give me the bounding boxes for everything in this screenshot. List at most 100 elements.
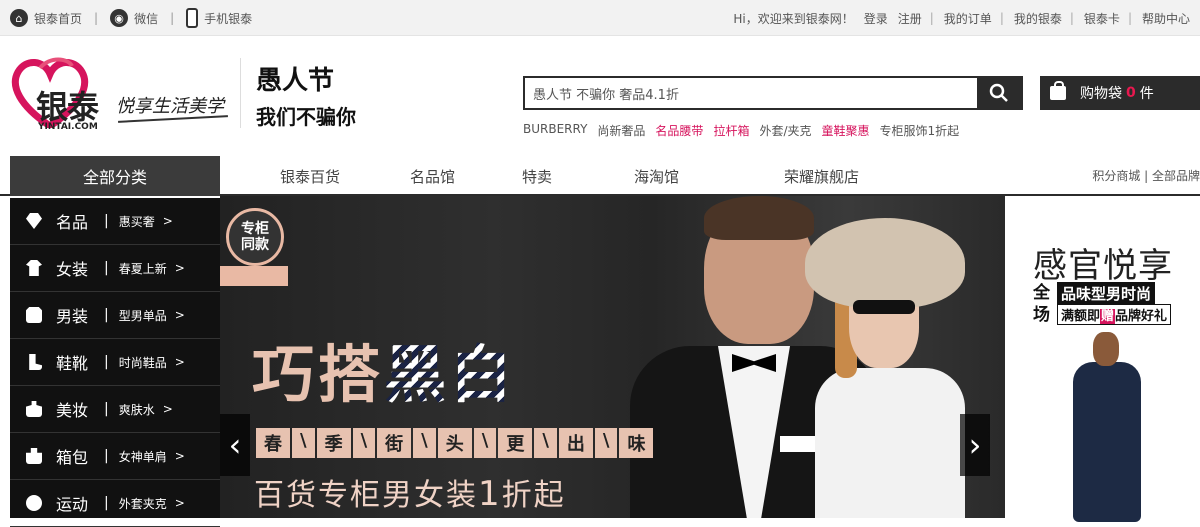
- shopping-bag-button[interactable]: 购物袋 0 件: [1040, 76, 1200, 110]
- hot-word[interactable]: 拉杆箱: [713, 122, 749, 139]
- orders-link[interactable]: 我的订单: [944, 10, 992, 27]
- banner-headline: 巧搭黑白: [252, 324, 516, 414]
- nav-item-overseas[interactable]: 海淘馆: [634, 166, 784, 187]
- main-nav: 全部分类 银泰百货 名品馆 特卖 海淘馆 荣耀旗舰店 积分商城 | 全部品牌: [0, 156, 1200, 196]
- boot-icon: [29, 354, 42, 370]
- hot-word[interactable]: 专柜服饰1折起: [880, 122, 960, 139]
- banner-subheadline: 百货专柜男女装1折起: [254, 474, 566, 514]
- shopping-bag-icon: [1050, 81, 1066, 100]
- hot-word[interactable]: 外套/夹克: [759, 122, 811, 139]
- card-link[interactable]: 银泰卡: [1084, 10, 1120, 27]
- side-ad-title: 感官悦享: [1033, 246, 1173, 286]
- hot-word[interactable]: 尚新奢品: [597, 122, 645, 139]
- category-sub[interactable]: 惠买奢: [119, 213, 155, 230]
- side-ad-model-image: [1067, 332, 1147, 522]
- category-sub[interactable]: 型男单品: [119, 307, 167, 324]
- site-logo[interactable]: 银泰 YINTAI.COM 悦享生活美学: [8, 54, 233, 138]
- banner-headline-a: 巧搭: [252, 338, 385, 411]
- phone-icon: [186, 8, 199, 28]
- logo-url-text: YINTAI.COM: [38, 122, 98, 132]
- category-item[interactable]: 箱包 | 女神单肩 >: [10, 433, 220, 480]
- nav-items: 银泰百货 名品馆 特卖 海淘馆 荣耀旗舰店: [280, 156, 859, 196]
- category-item[interactable]: 美妆 | 爽肤水 >: [10, 386, 220, 433]
- top-bar: ⌂ 银泰首页 | ◉ 微信 | 手机银泰 Hi，欢迎来到银泰网！ 登录 注册 |…: [0, 0, 1200, 36]
- search-box: [523, 76, 1023, 110]
- promo-title: 愚人节: [256, 66, 335, 96]
- banner-tag-badge: 专柜 同款: [226, 208, 284, 266]
- register-link[interactable]: 注册: [898, 10, 922, 27]
- chevron-right-icon: >: [174, 261, 185, 275]
- category-item[interactable]: 男装 | 型男单品 >: [10, 292, 220, 339]
- chevron-right-icon: >: [162, 402, 173, 416]
- nav-item-brands[interactable]: 名品馆: [410, 166, 522, 187]
- my-yintai-link[interactable]: 我的银泰: [1014, 10, 1062, 27]
- top-bar-right: Hi，欢迎来到银泰网！ 登录 注册 | 我的订单 | 我的银泰 | 银泰卡 | …: [733, 10, 1190, 27]
- category-name: 鞋靴: [56, 354, 89, 373]
- chevron-right-icon: >: [174, 449, 185, 463]
- category-sub[interactable]: 春夏上新: [119, 260, 167, 277]
- hero-banner[interactable]: 专柜 同款 巧搭黑白 春 \ 季 \ 街 \ 头 \ 更 \ 出 \ 味 百货专…: [220, 196, 1005, 518]
- category-sub[interactable]: 外套夹克: [119, 495, 167, 512]
- banner-prev-button[interactable]: ‹: [220, 414, 250, 476]
- chevron-right-icon: >: [162, 214, 173, 228]
- diamond-icon: [26, 213, 42, 229]
- category-item[interactable]: 女装 | 春夏上新 >: [10, 245, 220, 292]
- perfume-icon: [26, 401, 42, 417]
- category-name: 美妆: [56, 401, 89, 420]
- chevron-right-icon: >: [174, 496, 185, 510]
- category-name: 女装: [56, 260, 89, 279]
- hot-word[interactable]: 童鞋聚惠: [822, 122, 870, 139]
- header-promo[interactable]: 愚人节 我们不骗你: [256, 56, 370, 130]
- category-item[interactable]: 名品 | 惠买奢 >: [10, 198, 220, 245]
- top-bar-left: ⌂ 银泰首页 | ◉ 微信 | 手机银泰: [10, 0, 252, 36]
- chevron-right-icon: >: [174, 355, 185, 369]
- mobile-link[interactable]: 手机银泰: [186, 8, 252, 28]
- hot-word[interactable]: BURBERRY: [523, 122, 587, 139]
- nav-item-honor-store[interactable]: 荣耀旗舰店: [784, 166, 859, 187]
- search-button[interactable]: [977, 78, 1021, 108]
- home-icon: ⌂: [10, 9, 28, 27]
- banner-tag-stripe: [220, 266, 288, 286]
- ball-icon: [26, 495, 42, 511]
- wechat-link-label: 微信: [134, 11, 159, 26]
- dress-icon: [26, 260, 42, 276]
- category-item[interactable]: 运动 | 外套夹克 >: [10, 480, 220, 527]
- banner-chips: 春 \ 季 \ 街 \ 头 \ 更 \ 出 \ 味: [256, 428, 655, 458]
- nav-item-sale[interactable]: 特卖: [522, 166, 634, 187]
- side-ad-quan: 全场: [1033, 283, 1050, 325]
- banner-next-button[interactable]: ›: [960, 414, 990, 476]
- hot-word[interactable]: 名品腰带: [655, 122, 703, 139]
- cart-label: 购物袋: [1080, 86, 1122, 102]
- category-name: 运动: [56, 495, 89, 514]
- home-link[interactable]: ⌂ 银泰首页: [10, 9, 82, 27]
- hot-search-words: BURBERRY 尚新奢品 名品腰带 拉杆箱 外套/夹克 童鞋聚惠 专柜服饰1折…: [523, 122, 969, 139]
- login-link[interactable]: 登录: [864, 10, 888, 27]
- category-name: 箱包: [56, 448, 89, 467]
- help-link[interactable]: 帮助中心: [1142, 10, 1190, 27]
- home-link-label: 银泰首页: [34, 11, 83, 26]
- search-input[interactable]: [525, 78, 977, 108]
- category-sub[interactable]: 爽肤水: [119, 401, 155, 418]
- category-sub[interactable]: 时尚鞋品: [119, 354, 167, 371]
- header-divider: [240, 58, 241, 128]
- search-icon: [989, 83, 1008, 102]
- category-sidebar: 名品 | 惠买奢 > 女装 | 春夏上新 > 男装 | 型男单品 > 鞋靴 | …: [10, 198, 220, 527]
- nav-right-links[interactable]: 积分商城 | 全部品牌: [1092, 156, 1200, 194]
- promo-dot: [348, 56, 370, 78]
- handbag-icon: [26, 448, 42, 464]
- chevron-left-icon: ‹: [228, 426, 242, 464]
- category-name: 男装: [56, 307, 89, 326]
- all-categories-button[interactable]: 全部分类: [10, 156, 220, 196]
- nav-item-department-store[interactable]: 银泰百货: [280, 166, 410, 187]
- chevron-right-icon: >: [174, 308, 185, 322]
- logo-slogan: 悦享生活美学: [116, 96, 224, 117]
- wechat-link[interactable]: ◉ 微信: [110, 9, 158, 27]
- category-name: 名品: [56, 213, 89, 232]
- side-ad-box1: 品味型男时尚: [1057, 282, 1156, 305]
- cart-count: 0: [1126, 85, 1136, 101]
- side-ad[interactable]: 感官悦享 全场 品味型男时尚 满额即赠品牌好礼: [1005, 196, 1200, 522]
- category-sub[interactable]: 女神单肩: [119, 448, 167, 465]
- banner-headline-b: 黑白: [384, 338, 517, 411]
- category-item[interactable]: 鞋靴 | 时尚鞋品 >: [10, 339, 220, 386]
- welcome-text: Hi，欢迎来到银泰网！: [733, 11, 854, 26]
